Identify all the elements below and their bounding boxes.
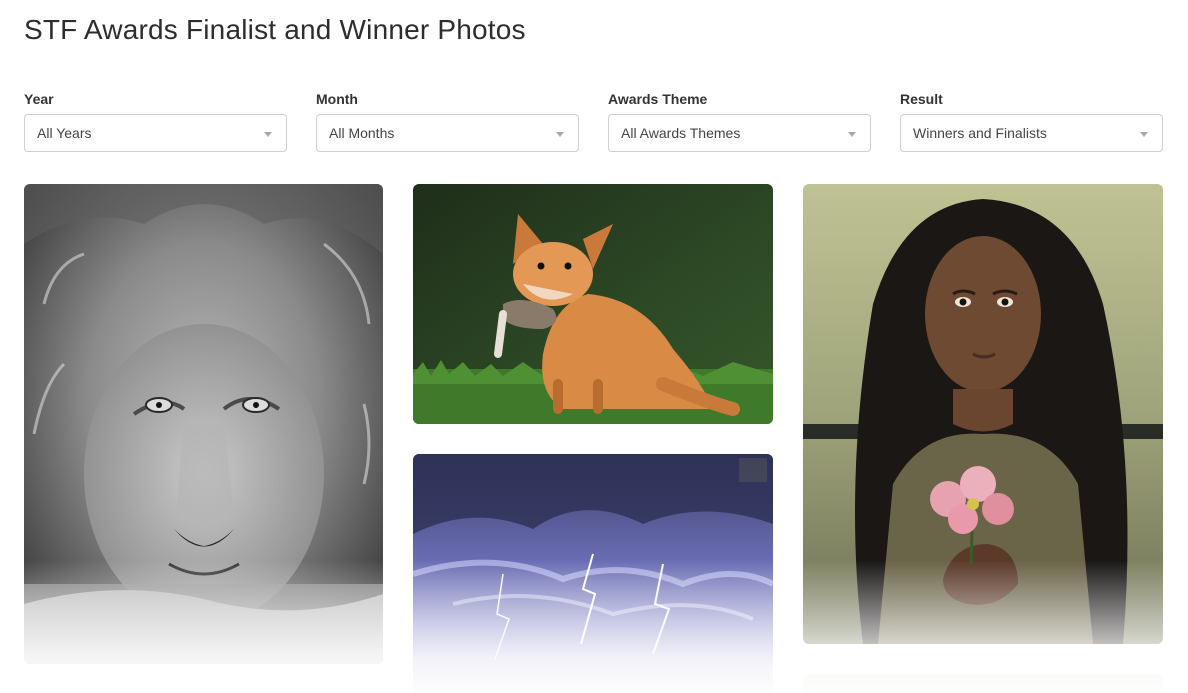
chevron-down-icon [556,132,564,137]
year-label: Year [24,91,54,107]
chevron-down-icon [264,132,272,137]
year-select-value: All Years [37,125,92,141]
theme-select[interactable]: All Awards Themes [608,114,871,152]
result-select-value: Winners and Finalists [913,125,1047,141]
fox-photo[interactable] [413,184,773,424]
filter-theme: Awards Theme All Awards Themes [608,90,871,152]
next-photo-partial[interactable] [803,674,1163,693]
filter-bar: Year All Years Month All Months Awards T… [24,90,1164,152]
year-select[interactable]: All Years [24,114,287,152]
filter-year: Year All Years [24,90,287,152]
theme-select-value: All Awards Themes [621,125,741,141]
theme-label: Awards Theme [608,91,708,107]
chevron-down-icon [848,132,856,137]
month-select-value: All Months [329,125,395,141]
month-label: Month [316,91,358,107]
filter-result: Result Winners and Finalists [900,90,1163,152]
month-select[interactable]: All Months [316,114,579,152]
result-select[interactable]: Winners and Finalists [900,114,1163,152]
storm-photo[interactable] [413,454,773,693]
woman-flower-photo[interactable] [803,184,1163,644]
chevron-down-icon [1140,132,1148,137]
filter-month: Month All Months [316,90,579,152]
lion-photo[interactable] [24,184,383,664]
result-label: Result [900,91,943,107]
page-title: STF Awards Finalist and Winner Photos [24,14,526,45]
